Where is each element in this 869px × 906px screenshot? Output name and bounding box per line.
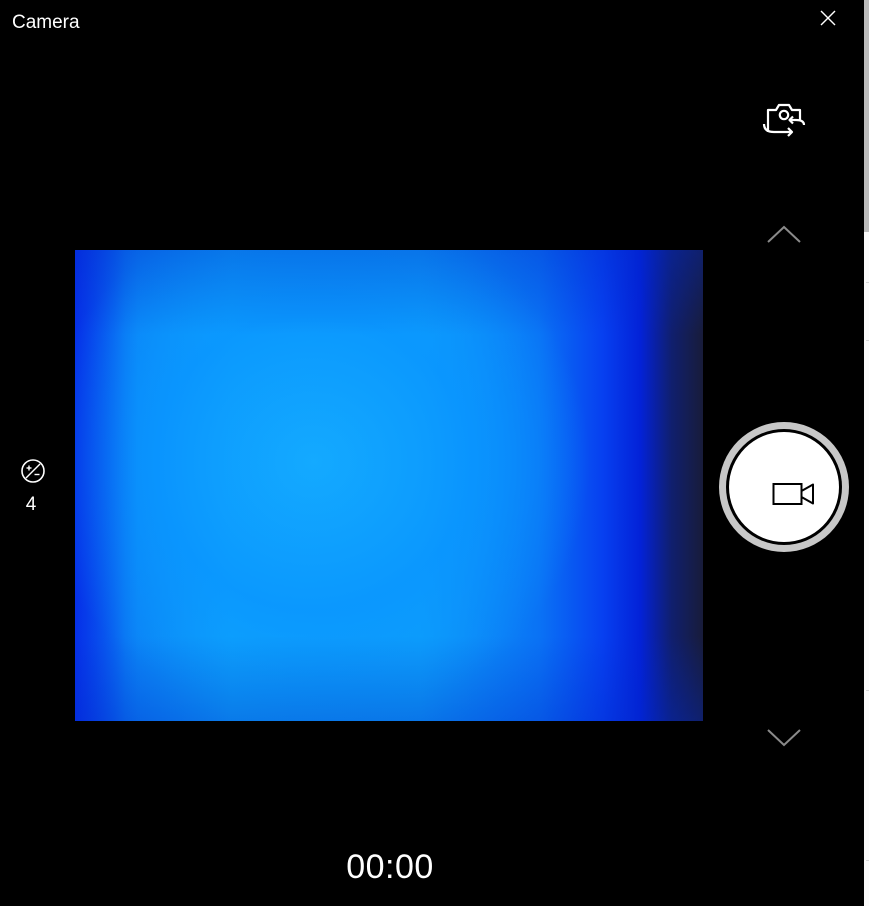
- camera-window: Camera 4 00:00: [0, 0, 869, 906]
- mode-up-button[interactable]: [766, 224, 802, 246]
- record-video-button[interactable]: [719, 422, 849, 552]
- recording-timer: 00:00: [346, 848, 434, 886]
- mode-down-button[interactable]: [766, 726, 802, 748]
- record-button-face: [729, 432, 839, 542]
- chevron-up-icon: [767, 225, 801, 243]
- camera-viewfinder: [75, 250, 703, 721]
- video-camera-icon: [772, 483, 814, 505]
- close-icon: [820, 10, 836, 26]
- camera-switch-icon: [762, 103, 806, 137]
- window-title: Camera: [12, 12, 80, 33]
- chevron-down-icon: [767, 729, 801, 747]
- adjacent-window-scrollbar: [864, 0, 869, 232]
- exposure-compensation-icon: [21, 459, 45, 483]
- switch-camera-button[interactable]: [760, 98, 808, 142]
- exposure-control[interactable]: 4: [19, 458, 47, 516]
- close-button[interactable]: [812, 4, 844, 32]
- exposure-value: 4: [25, 494, 37, 515]
